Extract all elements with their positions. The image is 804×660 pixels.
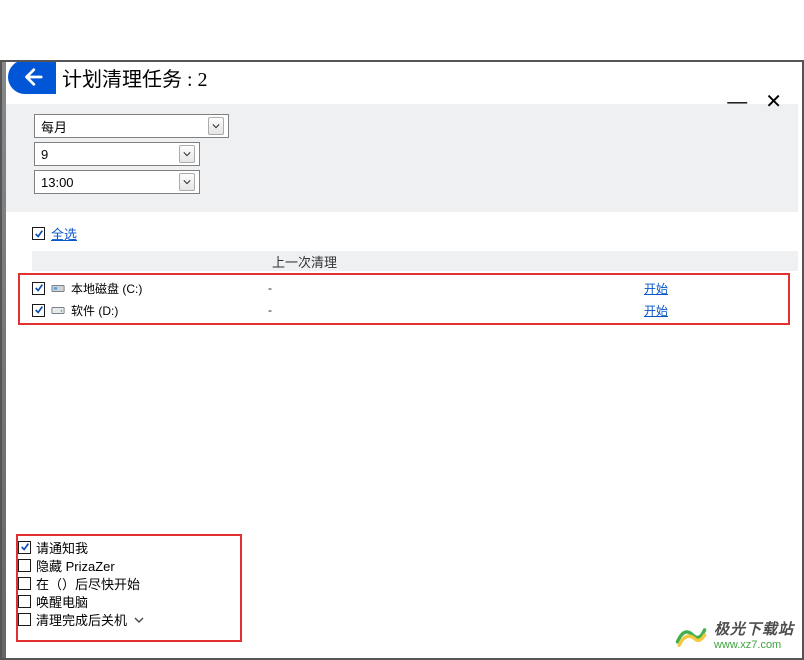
select-all-link[interactable]: 全选 [51,224,77,243]
day-dropdown[interactable]: 9 [34,142,200,166]
drive-icon [51,282,65,294]
chevron-down-icon [179,173,195,191]
col-last-clean: 上一次清理 [272,252,337,271]
drive-checkbox[interactable] [32,282,45,295]
wake-checkbox[interactable] [18,595,31,608]
frequency-dropdown[interactable]: 每月 [34,114,229,138]
schedule-panel: 每月 9 13:00 [6,104,798,212]
after-label: 在（）后尽快开始 [36,574,140,593]
hide-checkbox[interactable] [18,559,31,572]
frequency-value: 每月 [41,117,67,136]
shutdown-checkbox[interactable] [18,613,31,626]
close-button[interactable]: ✕ [765,92,782,112]
time-value: 13:00 [41,175,74,190]
notify-label: 请通知我 [36,538,88,557]
hide-label: 隐藏 PrizaZer [36,556,115,575]
table-header: 上一次清理 [32,251,798,271]
start-link[interactable]: 开始 [644,304,668,318]
watermark-brand: 极光下载站 [714,622,794,639]
chevron-down-icon [179,145,195,163]
aurora-logo-icon [674,621,708,652]
shutdown-label: 清理完成后关机 [36,610,127,629]
drive-name: 本地磁盘 (C:) [71,280,142,297]
after-checkbox[interactable] [18,577,31,590]
back-button[interactable] [8,60,56,94]
last-clean-value: - [268,303,644,317]
time-dropdown[interactable]: 13:00 [34,170,200,194]
start-link[interactable]: 开始 [644,282,668,296]
options-panel: 请通知我 隐藏 PrizaZer 在（）后尽快开始 唤醒电脑 清理完成后关机 [18,538,240,638]
drive-icon [51,304,65,316]
page-title: 计划清理任务 : 2 [62,63,208,92]
table-row: 软件 (D:) - 开始 [32,299,798,321]
watermark-url: www.xz7.com [714,639,794,651]
notify-checkbox[interactable] [18,541,31,554]
chevron-down-icon [208,117,224,135]
watermark: 极光下载站 www.xz7.com [674,621,794,652]
wake-label: 唤醒电脑 [36,592,88,611]
select-all-checkbox[interactable] [32,227,45,240]
minimize-button[interactable]: — [727,92,747,112]
left-edge-decoration [2,62,6,658]
table-row: 本地磁盘 (C:) - 开始 [32,277,798,299]
chevron-down-icon [134,612,144,627]
arrow-left-icon [21,66,43,88]
drive-checkbox[interactable] [32,304,45,317]
day-value: 9 [41,147,48,162]
last-clean-value: - [268,281,644,295]
drive-name: 软件 (D:) [71,302,118,319]
